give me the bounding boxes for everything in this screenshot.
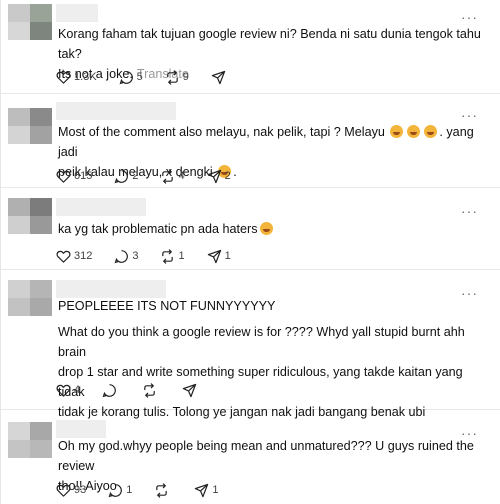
heart-icon	[56, 250, 71, 263]
repost-count: 1	[178, 250, 185, 262]
heart-icon	[56, 384, 71, 397]
share-button[interactable]	[211, 70, 229, 85]
repost-button[interactable]: 1	[160, 248, 185, 264]
reply-button[interactable]: 5	[119, 70, 143, 85]
action-bar: 93 1 1	[56, 481, 241, 499]
avatar[interactable]	[8, 280, 52, 316]
share-button[interactable]: 2	[207, 169, 231, 184]
repost-count: 4	[178, 170, 185, 182]
repost-button[interactable]	[154, 482, 172, 498]
reply-count: 5	[136, 71, 143, 83]
repost-icon	[162, 248, 174, 264]
share-button[interactable]: 1	[207, 249, 231, 264]
post-2: ··· Most of the comment also melayu, nak…	[0, 94, 500, 188]
heart-icon	[56, 71, 71, 84]
post-5: ··· Oh my god.whyy people being mean and…	[0, 410, 500, 504]
action-bar: 1.3K 5 9	[56, 68, 251, 86]
repost-icon	[144, 382, 155, 398]
share-icon	[207, 249, 221, 263]
more-icon[interactable]: ···	[461, 204, 478, 218]
share-icon	[207, 169, 221, 183]
reply-button[interactable]: 1	[108, 483, 132, 498]
avatar[interactable]	[8, 4, 52, 40]
more-icon[interactable]: ···	[461, 10, 478, 24]
repost-button[interactable]: 4	[160, 168, 185, 184]
like-button[interactable]: 312	[56, 249, 92, 264]
repost-icon	[162, 168, 174, 184]
repost-count: 9	[182, 71, 189, 83]
post-text: PEOPLEEEE ITS NOT FUNNYYYYYY What do you…	[58, 299, 465, 419]
reply-icon	[108, 483, 123, 497]
action-bar: 4	[56, 381, 222, 399]
action-bar: 615 2 4 2	[56, 167, 253, 185]
more-icon[interactable]: ···	[461, 108, 478, 122]
reply-button[interactable]: 3	[114, 249, 138, 264]
like-button[interactable]: 93	[56, 483, 86, 498]
reply-count: 2	[132, 170, 139, 182]
username[interactable]	[56, 102, 176, 120]
avatar[interactable]	[8, 108, 52, 144]
reply-icon	[102, 383, 117, 397]
emoji-icon	[407, 125, 421, 138]
like-count: 4	[74, 384, 81, 396]
avatar[interactable]	[8, 422, 52, 458]
emoji-icon	[424, 125, 438, 138]
emoji-icon	[390, 125, 404, 138]
like-count: 93	[74, 484, 87, 496]
post-3: ··· ka yg tak problematic pn ada haters …	[0, 188, 500, 270]
emoji-icon	[259, 222, 273, 235]
share-count: 2	[224, 170, 231, 182]
username[interactable]	[56, 4, 98, 22]
repost-button[interactable]	[142, 382, 160, 398]
repost-icon	[166, 69, 178, 85]
heart-icon	[56, 170, 71, 183]
share-button[interactable]	[182, 383, 200, 398]
like-count: 1.3K	[74, 71, 97, 83]
repost-icon	[156, 482, 168, 498]
post-4: ··· PEOPLEEEE ITS NOT FUNNYYYYYY What do…	[0, 270, 500, 419]
reply-button[interactable]: 2	[114, 169, 138, 184]
share-count: 1	[212, 484, 219, 496]
reply-count: 3	[132, 250, 139, 262]
share-icon	[211, 70, 226, 84]
like-count: 312	[74, 250, 93, 262]
like-button[interactable]: 1.3K	[56, 70, 97, 85]
share-icon	[182, 383, 197, 397]
avatar[interactable]	[8, 198, 52, 234]
post-1: ··· Korang faham tak tujuan google revie…	[0, 0, 500, 94]
username[interactable]	[56, 198, 146, 216]
share-count: 1	[224, 250, 231, 262]
action-bar: 312 3 1 1	[56, 247, 253, 265]
repost-button[interactable]: 9	[165, 69, 189, 85]
share-icon	[195, 483, 209, 497]
reply-button[interactable]	[102, 383, 120, 398]
post-text: ka yg tak problematic pn ada haters	[58, 219, 484, 239]
reply-count: 1	[126, 484, 133, 496]
heart-icon	[56, 484, 71, 497]
share-button[interactable]: 1	[194, 483, 219, 498]
like-button[interactable]: 4	[56, 383, 80, 398]
like-count: 615	[74, 170, 93, 182]
reply-icon	[119, 70, 133, 84]
like-button[interactable]: 615	[56, 169, 92, 184]
reply-icon	[114, 249, 129, 263]
reply-icon	[114, 169, 129, 183]
